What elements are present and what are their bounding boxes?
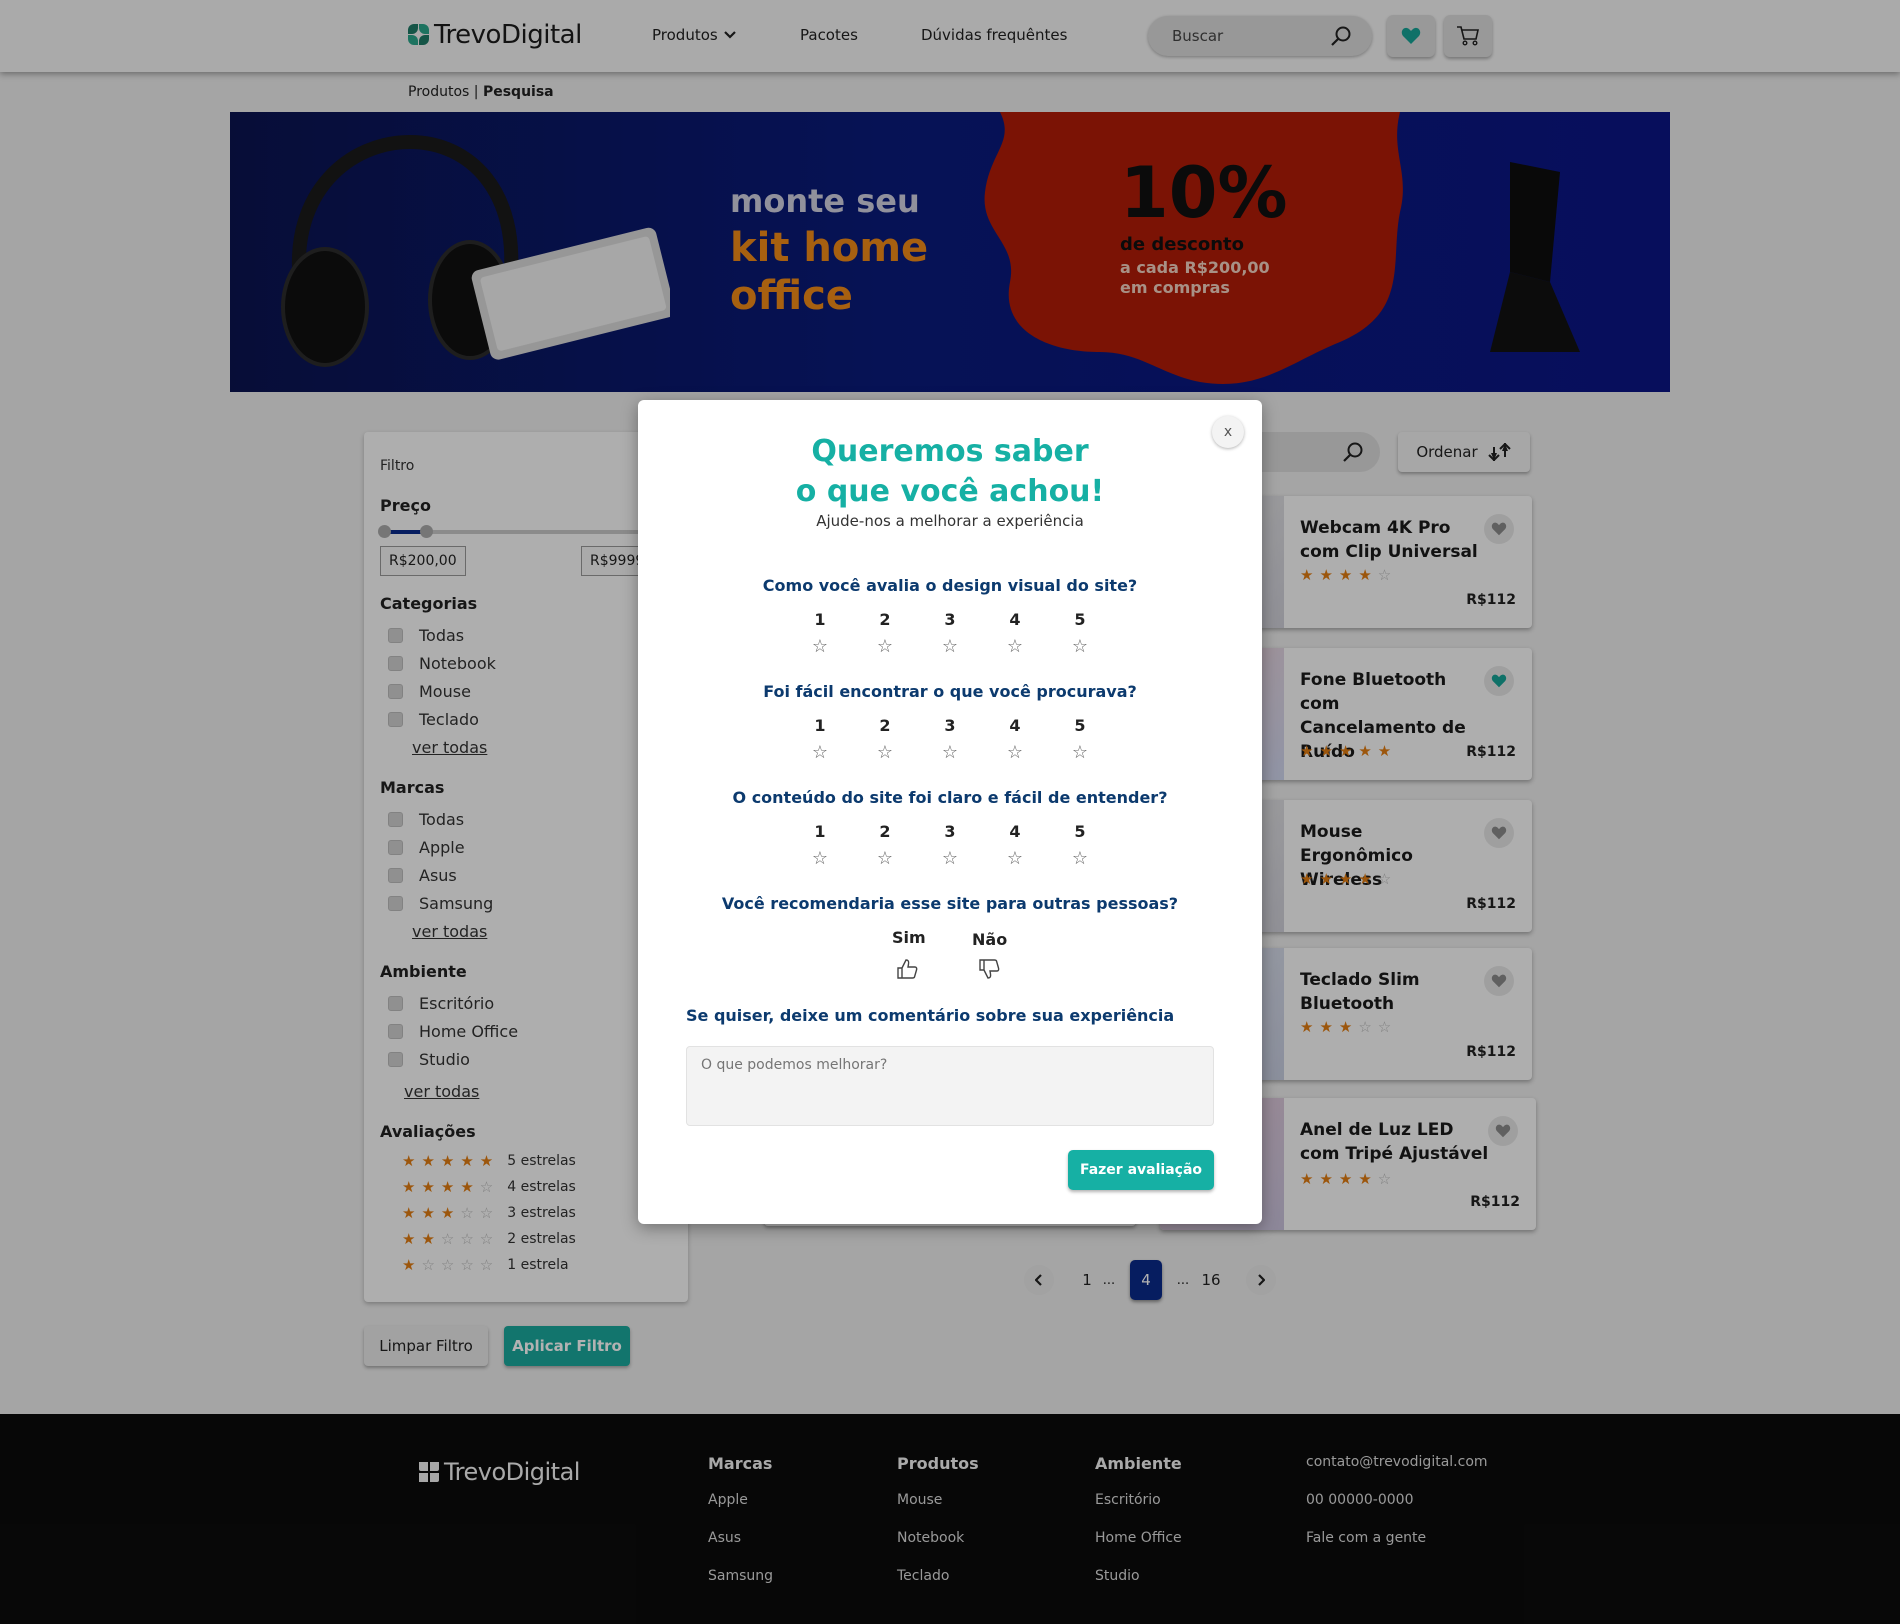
comment-question: Se quiser, deixe um comentário sobre sua… (686, 1006, 1175, 1025)
star-icon[interactable]: ☆ (1071, 848, 1089, 869)
star-icon[interactable]: ☆ (876, 742, 894, 763)
star-rating-findability: ☆ ☆ ☆ ☆ ☆ (638, 742, 1262, 763)
scale-number: 1 (814, 610, 826, 629)
thumbs-up-icon[interactable] (896, 958, 918, 980)
scale-number: 2 (879, 822, 891, 841)
star-icon[interactable]: ☆ (941, 636, 959, 657)
question-findability: Foi fácil encontrar o que você procurava… (763, 682, 1137, 701)
star-icon[interactable]: ☆ (1006, 848, 1024, 869)
star-icon[interactable]: ☆ (876, 848, 894, 869)
star-icon[interactable]: ☆ (811, 742, 829, 763)
scale-number: 5 (1074, 610, 1086, 629)
scale-number: 4 (1009, 716, 1021, 735)
scale-number: 1 (814, 716, 826, 735)
question-design: Como você avalia o design visual do site… (762, 576, 1138, 595)
scale-numbers: 1 2 3 4 5 (638, 610, 1262, 629)
scale-number: 3 (944, 716, 956, 735)
star-icon[interactable]: ☆ (941, 742, 959, 763)
modal-title-line1: Queremos saber (811, 434, 1089, 469)
star-icon[interactable]: ☆ (811, 848, 829, 869)
scale-numbers: 1 2 3 4 5 (638, 822, 1262, 841)
star-icon[interactable]: ☆ (876, 636, 894, 657)
feedback-modal: x Queremos saber o que você achou! Ajude… (638, 400, 1262, 1224)
star-icon[interactable]: ☆ (811, 636, 829, 657)
modal-title-line2: o que você achou! (795, 474, 1105, 509)
scale-number: 5 (1074, 716, 1086, 735)
scale-number: 5 (1074, 822, 1086, 841)
star-icon[interactable]: ☆ (1071, 742, 1089, 763)
star-icon[interactable]: ☆ (1071, 636, 1089, 657)
comment-textarea[interactable] (686, 1046, 1214, 1126)
scale-numbers: 1 2 3 4 5 (638, 716, 1262, 735)
modal-subtitle: Ajude-nos a melhorar a experiência (816, 512, 1084, 530)
thumbs-down-icon[interactable] (978, 958, 1000, 980)
submit-review-button[interactable]: Fazer avaliação (1068, 1150, 1214, 1190)
star-icon[interactable]: ☆ (1006, 742, 1024, 763)
scale-number: 3 (944, 610, 956, 629)
question-recommend: Você recomendaria esse site para outras … (721, 894, 1179, 913)
scale-number: 2 (879, 716, 891, 735)
star-icon[interactable]: ☆ (1006, 636, 1024, 657)
star-rating-clarity: ☆ ☆ ☆ ☆ ☆ (638, 848, 1262, 869)
scale-number: 4 (1009, 610, 1021, 629)
scale-number: 4 (1009, 822, 1021, 841)
star-rating-design: ☆ ☆ ☆ ☆ ☆ (638, 636, 1262, 657)
scale-number: 3 (944, 822, 956, 841)
scale-number: 2 (879, 610, 891, 629)
star-icon[interactable]: ☆ (941, 848, 959, 869)
no-label: Não (972, 930, 1008, 949)
question-clarity: O conteúdo do site foi claro e fácil de … (732, 788, 1168, 807)
scale-number: 1 (814, 822, 826, 841)
yes-label: Sim (892, 928, 926, 947)
